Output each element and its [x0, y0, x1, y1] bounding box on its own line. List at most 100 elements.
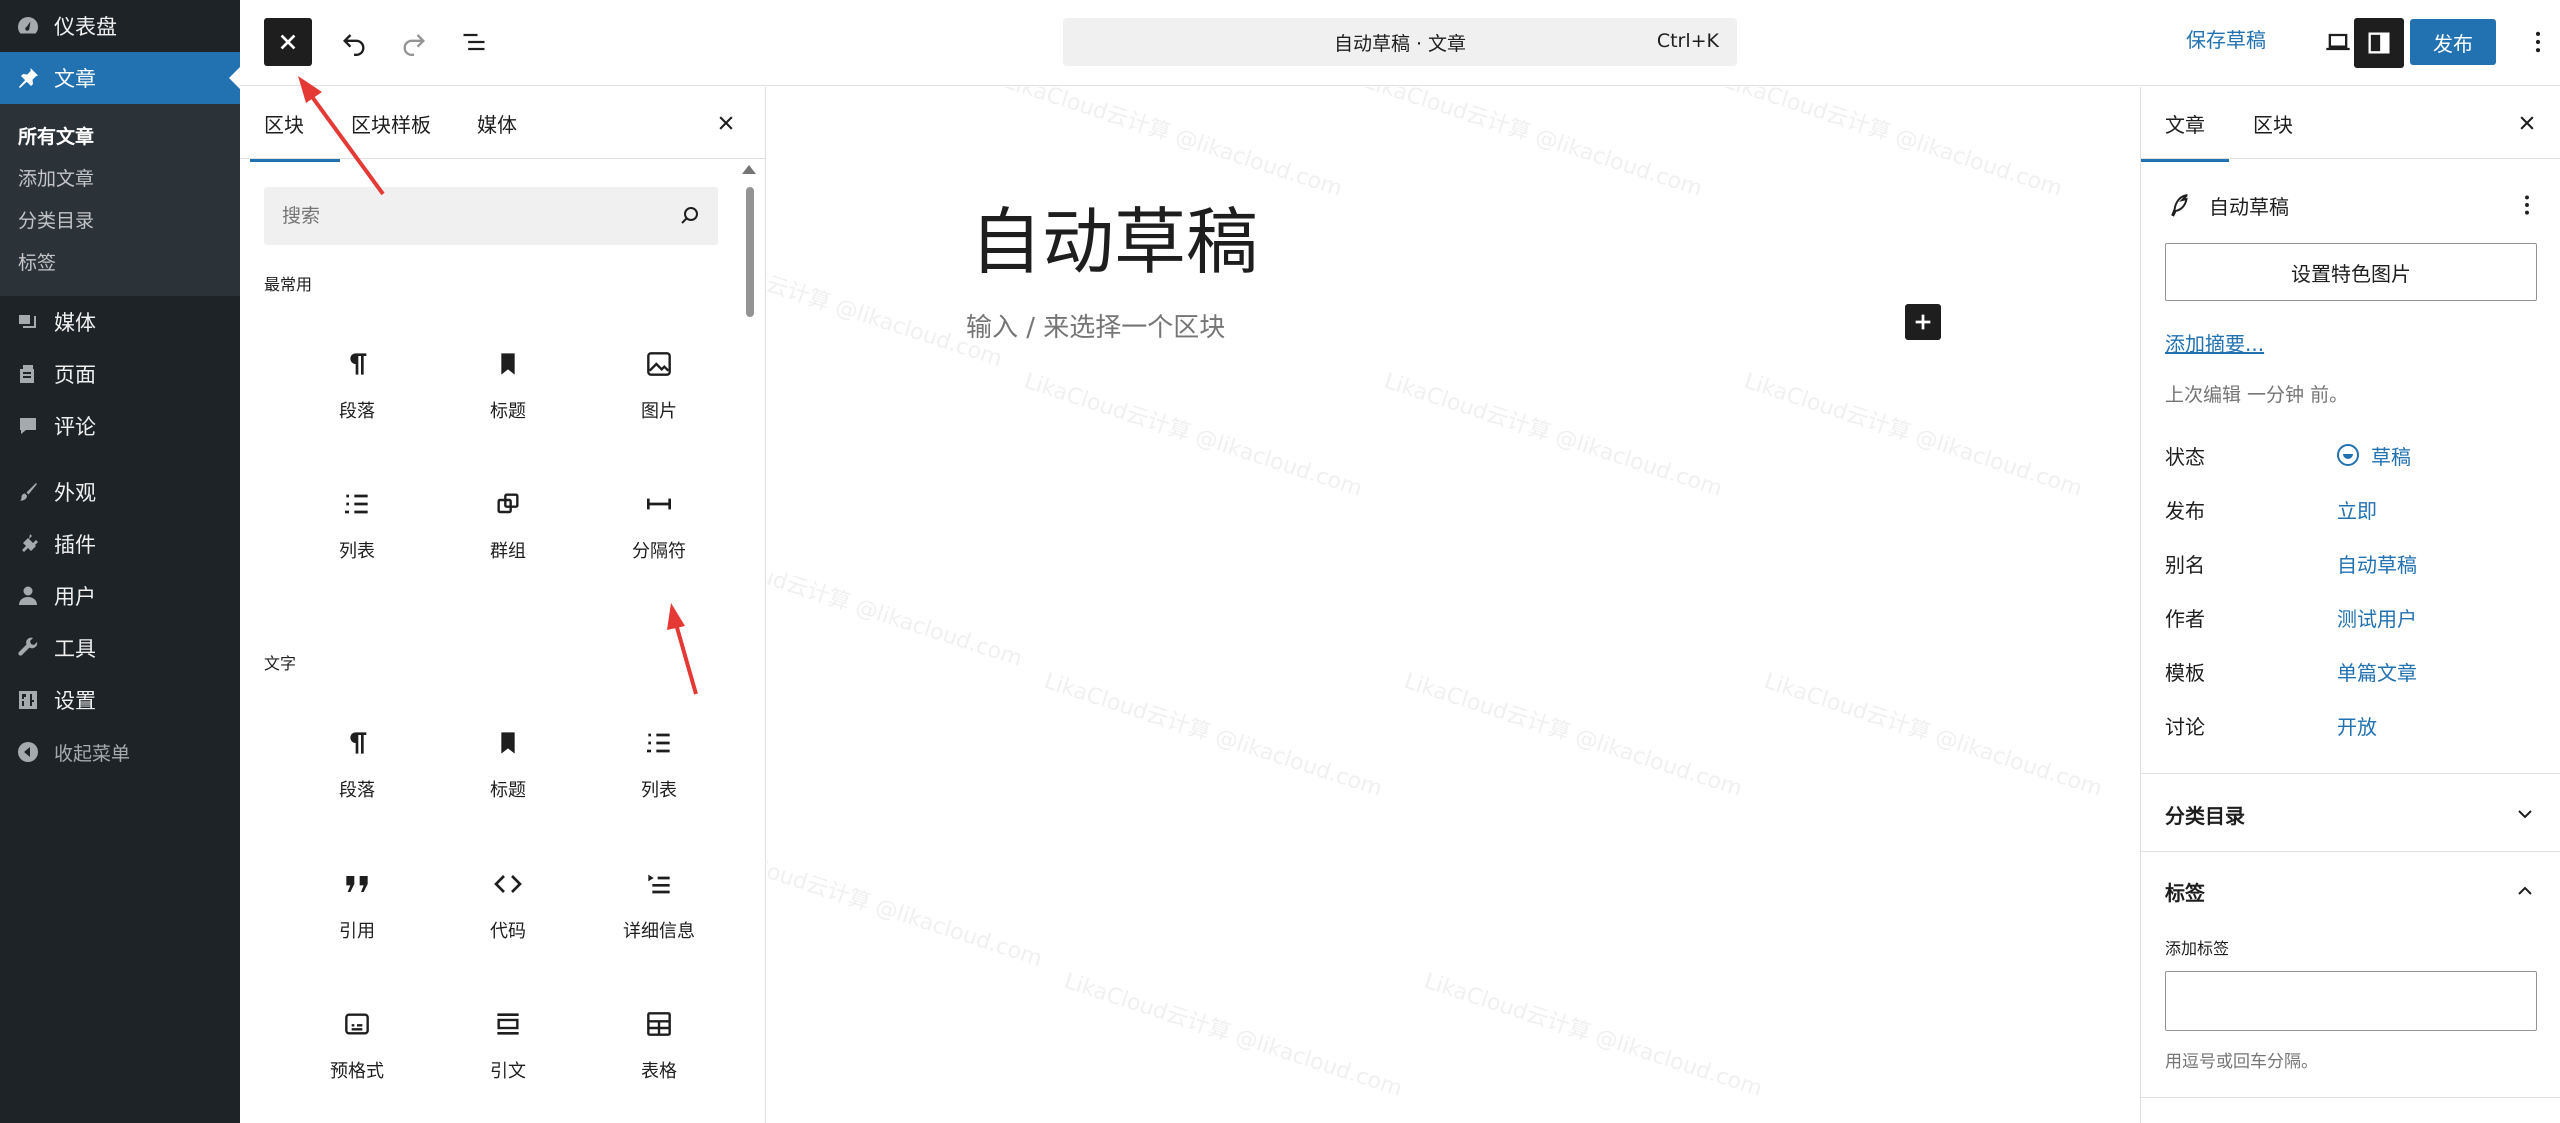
tab-patterns[interactable]: 区块样板 [351, 109, 431, 138]
block-label: 图片 [641, 401, 677, 422]
block-item-details[interactable]: 详细信息 [584, 857, 734, 977]
tags-panel-toggle[interactable]: 标签 [2165, 871, 2537, 911]
pin-icon [16, 66, 40, 90]
post-status-row: 状态 草稿 [2165, 435, 2537, 475]
block-search-input[interactable] [264, 187, 664, 245]
block-search [264, 187, 718, 245]
collapse-menu-label: 收起菜单 [54, 742, 131, 765]
menu-comments-label: 评论 [54, 415, 96, 439]
save-draft-button[interactable]: 保存草稿 [2186, 24, 2266, 53]
block-label: 段落 [339, 401, 375, 422]
post-status-value[interactable]: 草稿 [2337, 441, 2411, 470]
command-palette-bar[interactable]: 自动草稿 · 文章 Ctrl+K [1063, 18, 1737, 66]
brush-icon [16, 480, 40, 504]
block-item-separator[interactable]: 分隔符 [584, 477, 734, 597]
watermark-text: LikaCloud云计算 @likacloud.com [1381, 368, 1726, 502]
block-item-paragraph[interactable]: 段落 [282, 716, 432, 836]
tab-block[interactable]: 区块 [2253, 109, 2293, 138]
submenu-tags[interactable]: 标签 [0, 240, 240, 282]
publish-date-label: 发布 [2165, 498, 2205, 523]
slug-row: 别名 自动草稿 [2165, 543, 2537, 583]
menu-posts[interactable]: 文章 [0, 52, 240, 104]
image-icon [642, 347, 676, 381]
document-title: 自动草稿 [2209, 194, 2289, 219]
command-title: 自动草稿 · 文章 [1333, 32, 1467, 55]
tab-media[interactable]: 媒体 [477, 109, 517, 138]
submenu-add-post[interactable]: 添加文章 [0, 156, 240, 198]
menu-tools[interactable]: 工具 [0, 622, 240, 674]
menu-pages[interactable]: 页面 [0, 348, 240, 400]
menu-appearance[interactable]: 外观 [0, 466, 240, 518]
block-item-list[interactable]: 列表 [282, 477, 432, 597]
list-view-icon [463, 33, 485, 51]
block-label: 预格式 [330, 1061, 384, 1082]
slug-value[interactable]: 自动草稿 [2337, 549, 2417, 578]
categories-panel-toggle[interactable]: 分类目录 [2165, 794, 2537, 834]
block-inserter-panel: 区块 区块样板 媒体 最常用 段落 标题 图片 [240, 87, 766, 1123]
close-inserter-button[interactable] [264, 18, 312, 66]
slug-label: 别名 [2165, 552, 2205, 577]
template-value[interactable]: 单篇文章 [2337, 657, 2417, 686]
close-icon [2520, 116, 2534, 130]
document-overview-button[interactable] [450, 18, 498, 66]
watermark-text: LikaCloud云计算 @likacloud.com [1421, 968, 1766, 1102]
editor-canvas: LikaCloud云计算 @likacloud.com LikaCloud云计算… [767, 87, 2139, 1123]
settings-close-button[interactable] [2511, 107, 2543, 139]
collapse-menu-button[interactable]: 收起菜单 [0, 726, 240, 778]
menu-plugins[interactable]: 插件 [0, 518, 240, 570]
menu-users[interactable]: 用户 [0, 570, 240, 622]
options-button[interactable] [2518, 18, 2558, 66]
scroll-up-arrow[interactable] [742, 165, 756, 174]
tab-blocks[interactable]: 区块 [250, 109, 340, 162]
paragraph-icon [340, 726, 374, 760]
block-label: 标题 [490, 401, 526, 422]
publish-date-value[interactable]: 立即 [2337, 495, 2377, 524]
post-feather-icon [2171, 194, 2188, 217]
panel-divider [2141, 1097, 2560, 1098]
block-label: 引文 [490, 1061, 526, 1082]
block-item-pullquote[interactable]: 引文 [433, 997, 583, 1117]
add-tag-input[interactable] [2165, 971, 2537, 1031]
block-item-paragraph[interactable]: 段落 [282, 337, 432, 457]
pullquote-icon [491, 1007, 525, 1041]
separator-icon [642, 487, 676, 521]
menu-settings[interactable]: 设置 [0, 674, 240, 726]
menu-media[interactable]: 媒体 [0, 296, 240, 348]
post-title[interactable]: 自动草稿 [970, 183, 1258, 288]
menu-dashboard[interactable]: 仪表盘 [0, 0, 240, 52]
redo-icon [403, 34, 425, 56]
add-excerpt-link[interactable]: 添加摘要... [2165, 328, 2264, 357]
discussion-value[interactable]: 开放 [2337, 711, 2377, 740]
block-item-code[interactable]: 代码 [433, 857, 583, 977]
submenu-all-posts[interactable]: 所有文章 [0, 114, 240, 156]
category-text-label: 文字 [264, 654, 297, 673]
undo-button[interactable] [330, 18, 378, 66]
set-featured-image-button[interactable]: 设置特色图片 [2165, 243, 2537, 301]
chevron-down-icon [2518, 810, 2532, 819]
document-actions-button[interactable] [2507, 185, 2547, 225]
author-value[interactable]: 测试用户 [2337, 603, 2417, 632]
block-item-heading[interactable]: 标题 [433, 716, 583, 836]
watermark-text: LikaCloud云计算 @likacloud.com [1361, 87, 1706, 202]
add-block-button[interactable] [1905, 304, 1941, 340]
block-item-heading[interactable]: 标题 [433, 337, 583, 457]
submenu-categories[interactable]: 分类目录 [0, 198, 240, 240]
menu-comments[interactable]: 评论 [0, 400, 240, 452]
tab-post[interactable]: 文章 [2141, 109, 2229, 162]
redo-button[interactable] [390, 18, 438, 66]
posts-submenu: 所有文章 添加文章 分类目录 标签 [0, 104, 240, 296]
settings-icon [16, 688, 40, 712]
block-item-list[interactable]: 列表 [584, 716, 734, 836]
inserter-scrollbar[interactable] [746, 187, 754, 317]
block-item-preformatted[interactable]: 预格式 [282, 997, 432, 1117]
block-placeholder[interactable]: 输入 / 来选择一个区块 [966, 307, 1225, 344]
block-item-table[interactable]: 表格 [584, 997, 734, 1117]
block-item-group[interactable]: 群组 [433, 477, 583, 597]
menu-appearance-label: 外观 [54, 481, 96, 505]
publish-button[interactable]: 发布 [2410, 19, 2496, 65]
inserter-close-button[interactable] [710, 107, 742, 139]
block-item-quote[interactable]: 引用 [282, 857, 432, 977]
block-label: 标题 [490, 780, 526, 801]
block-item-image[interactable]: 图片 [584, 337, 734, 457]
settings-toggle-button[interactable] [2354, 18, 2404, 68]
